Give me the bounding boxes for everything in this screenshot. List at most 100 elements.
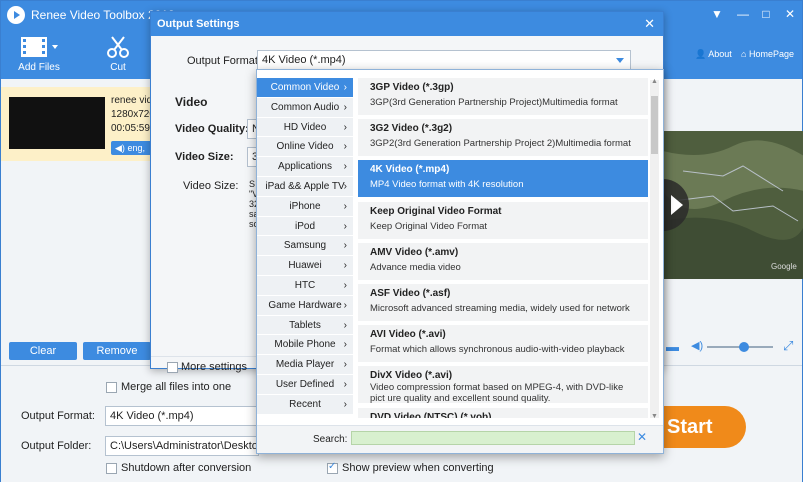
scroll-down-icon[interactable]: ▼: [651, 413, 658, 420]
format-list-scrollbar[interactable]: ▲ ▼: [650, 78, 659, 420]
category-list: Common Video › Common Audio › HD Video › Onlin…: [257, 78, 353, 415]
category-item[interactable]: Recent ›: [257, 394, 353, 415]
scissors-icon: [107, 36, 129, 58]
file-duration: 00:05:59: [111, 123, 150, 134]
chevron-right-icon: ›: [343, 200, 347, 212]
format-item[interactable]: 3G2 Video (*.3g2) 3GP2(3rd Generation Par…: [358, 119, 648, 157]
about-button[interactable]: 👤 About: [695, 49, 732, 60]
chevron-right-icon: ›: [343, 82, 347, 93]
format-name: ASF Video (*.asf): [370, 287, 451, 299]
category-label: Huawei: [288, 260, 322, 272]
format-item[interactable]: 4K Video (*.mp4) MP4 Video format with 4K…: [358, 160, 648, 198]
format-item[interactable]: AMV Video (*.amv) Advance media video: [358, 242, 648, 280]
chevron-right-icon: ›: [343, 279, 347, 291]
format-item[interactable]: DivX Video (*.avi) Video compression form…: [358, 366, 648, 405]
output-format-select[interactable]: 4K Video (*.mp4): [257, 50, 631, 70]
audio-track-select[interactable]: ◀) eng,(A: [111, 141, 153, 155]
dialog-output-format-label: Output Format:: [187, 55, 261, 67]
category-label: Online Video: [276, 141, 334, 153]
video-size-label-2: Video Size:: [183, 180, 239, 192]
start-button[interactable]: Start: [661, 406, 746, 448]
clear-button[interactable]: Clear: [9, 342, 77, 360]
category-item[interactable]: iPod ›: [257, 216, 353, 237]
more-settings-label: More settings: [181, 361, 248, 373]
remove-button[interactable]: Remove: [83, 342, 151, 360]
format-item[interactable]: Keep Original Video Format Keep Original …: [358, 201, 648, 239]
file-resolution: 1280x720: [111, 109, 155, 120]
about-label: About: [708, 49, 732, 59]
format-item[interactable]: AVI Video (*.avi) Format which allows syn…: [358, 325, 648, 363]
format-description: 3GP(3rd Generation Partnership Project)M…: [370, 97, 618, 108]
format-item[interactable]: 3GP Video (*.3gp) 3GP(3rd Generation Part…: [358, 78, 648, 115]
add-files-button[interactable]: Add Files: [17, 35, 61, 73]
chevron-right-icon: ›: [343, 121, 347, 133]
category-item[interactable]: Samsung ›: [257, 236, 353, 257]
category-item[interactable]: Mobile Phone ›: [257, 335, 353, 356]
video-heading: Video: [175, 95, 208, 109]
category-item[interactable]: Applications ›: [257, 157, 353, 177]
homepage-button[interactable]: ⌂ HomePage: [741, 49, 794, 59]
volume-slider[interactable]: [707, 342, 773, 352]
search-input[interactable]: [351, 431, 635, 445]
category-label: iPod: [294, 220, 315, 232]
category-item[interactable]: iPad && Apple TV ›: [257, 176, 353, 197]
more-settings-checkbox[interactable]: [167, 362, 178, 373]
output-format-field[interactable]: 4K Video (*.mp4): [105, 406, 259, 426]
category-label: Samsung: [283, 240, 327, 252]
check-icon: ✓: [328, 461, 337, 472]
dialog-title: Output Settings: [157, 18, 240, 30]
dialog-close-icon[interactable]: ✕: [644, 16, 655, 32]
category-item[interactable]: Tablets ›: [257, 315, 353, 336]
shutdown-checkbox[interactable]: [106, 463, 117, 474]
chevron-right-icon: ›: [343, 319, 347, 331]
volume-icon[interactable]: ◀): [691, 339, 703, 352]
category-label: HD Video: [283, 121, 327, 133]
player-controls: ▬ ◀) ⤢: [663, 337, 803, 357]
menu-icon[interactable]: ▼: [707, 5, 727, 23]
clear-search-icon[interactable]: ✕: [637, 430, 647, 444]
category-item[interactable]: Media Player ›: [257, 355, 353, 375]
preview-pane: Google: [663, 131, 803, 279]
google-watermark: Google: [771, 262, 797, 271]
category-item[interactable]: Common Video ›: [257, 78, 353, 98]
close-button[interactable]: ✕: [780, 5, 800, 23]
volume-knob[interactable]: [739, 342, 749, 352]
category-item[interactable]: User Defined ›: [257, 374, 353, 395]
format-name: AMV Video (*.amv): [370, 246, 459, 258]
scroll-up-icon[interactable]: ▲: [651, 78, 658, 85]
category-item[interactable]: Game Hardware ›: [257, 295, 353, 316]
format-description: Video compression format based on MPEG-4…: [370, 382, 624, 405]
category-item[interactable]: HD Video ›: [257, 117, 353, 138]
show-preview-checkbox[interactable]: ✓: [327, 461, 338, 474]
search-label: Search:: [313, 434, 348, 445]
video-size-label: Video Size:: [175, 151, 234, 163]
category-item[interactable]: Common Audio ›: [257, 97, 353, 118]
category-item[interactable]: Huawei ›: [257, 256, 353, 276]
chevron-right-icon: ›: [343, 260, 347, 272]
category-label: User Defined: [275, 378, 335, 390]
output-format-label: Output Format:: [21, 410, 95, 422]
cut-button[interactable]: Cut: [103, 35, 133, 73]
maximize-button[interactable]: □: [756, 5, 776, 23]
category-item[interactable]: iPhone ›: [257, 196, 353, 217]
chevron-right-icon: ›: [343, 299, 347, 311]
video-quality-label: Video Quality:: [175, 123, 249, 135]
format-item[interactable]: ASF Video (*.asf) Microsoft advanced stre…: [358, 283, 648, 321]
chevron-right-icon: ›: [343, 240, 347, 252]
format-item[interactable]: DVD Video (NTSC) (*.vob): [358, 407, 648, 418]
format-name: 3G2 Video (*.3g2): [370, 123, 453, 135]
output-folder-field[interactable]: C:\Users\Administrator\Desktop\: [105, 436, 259, 456]
folder-icon[interactable]: ▬: [666, 339, 679, 354]
merge-checkbox[interactable]: [106, 382, 117, 393]
app-logo-icon: [7, 6, 25, 24]
format-list: 3GP Video (*.3gp) 3GP(3rd Generation Part…: [358, 78, 648, 418]
chevron-right-icon: ›: [343, 141, 347, 153]
category-label: Applications: [278, 161, 332, 173]
scroll-thumb[interactable]: [651, 96, 658, 154]
minimize-button[interactable]: —: [733, 5, 753, 23]
category-item[interactable]: Online Video ›: [257, 137, 353, 158]
fullscreen-icon[interactable]: ⤢: [783, 338, 793, 354]
category-item[interactable]: HTC ›: [257, 275, 353, 296]
category-label: Media Player: [275, 359, 335, 371]
dialog-titlebar: Output Settings ✕: [151, 12, 663, 36]
